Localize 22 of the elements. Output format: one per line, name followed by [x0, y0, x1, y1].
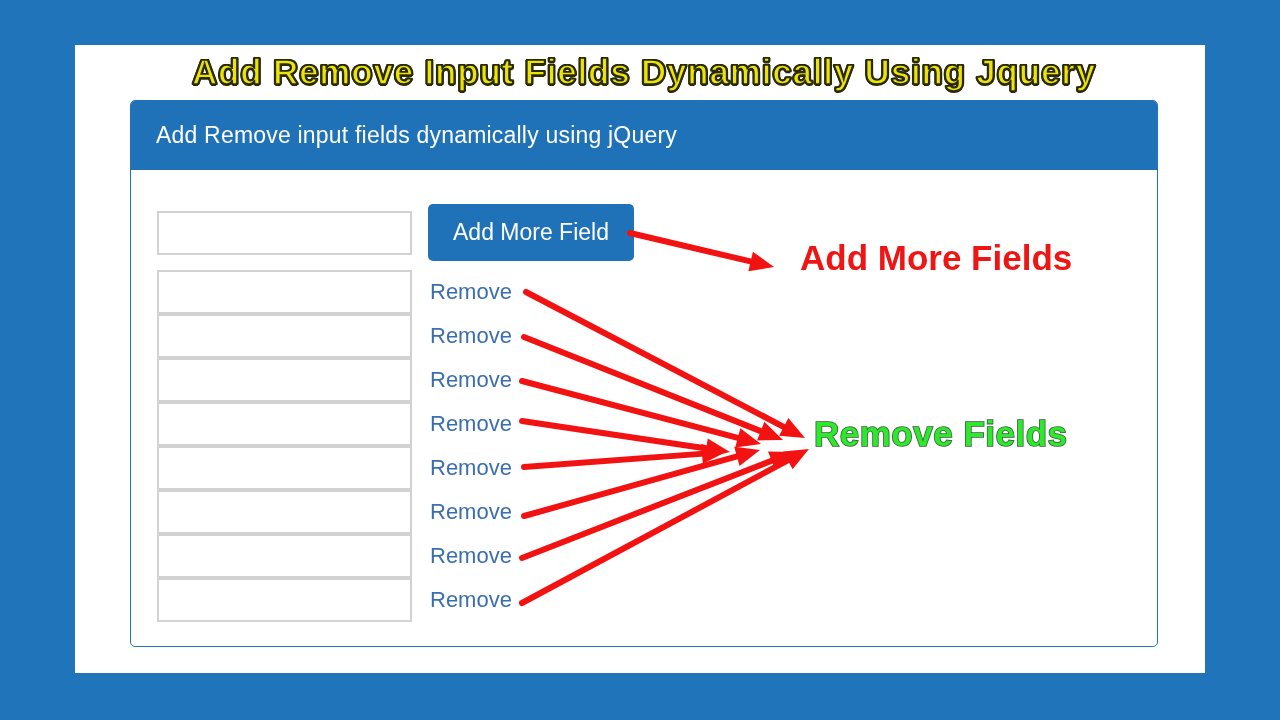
add-more-field-button[interactable]: Add More Field	[428, 204, 634, 261]
input-field[interactable]	[157, 534, 412, 578]
remove-link[interactable]: Remove	[430, 411, 512, 437]
input-field[interactable]	[157, 314, 412, 358]
annotation-label: Remove Fields	[814, 416, 1068, 451]
remove-link[interactable]: Remove	[430, 455, 512, 481]
remove-link[interactable]: Remove	[430, 543, 512, 569]
remove-link[interactable]: Remove	[430, 367, 512, 393]
input-field[interactable]	[157, 358, 412, 402]
annotation-label: Add More Fields	[800, 240, 1073, 275]
input-field[interactable]	[157, 490, 412, 534]
input-field[interactable]	[157, 402, 412, 446]
remove-link[interactable]: Remove	[430, 587, 512, 613]
page-title: Add Remove Input Fields Dynamically Using Jquery	[192, 54, 1096, 91]
remove-link[interactable]: Remove	[430, 279, 512, 305]
input-field[interactable]	[157, 210, 412, 255]
remove-link[interactable]: Remove	[430, 499, 512, 525]
input-field[interactable]	[157, 270, 412, 314]
input-field[interactable]	[157, 578, 412, 622]
panel-heading: Add Remove input fields dynamically using jQuery	[131, 101, 1157, 170]
input-field[interactable]	[157, 446, 412, 490]
remove-link[interactable]: Remove	[430, 323, 512, 349]
